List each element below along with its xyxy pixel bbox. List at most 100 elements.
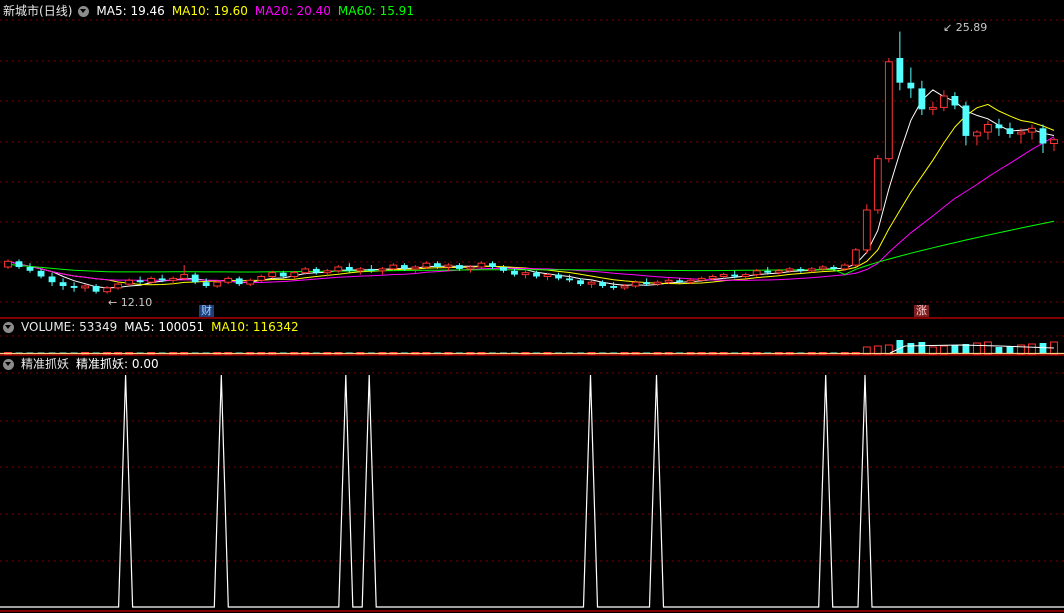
candle-body xyxy=(70,286,78,288)
candle-body xyxy=(620,285,629,289)
candle-body xyxy=(367,268,375,271)
candle-body xyxy=(774,270,783,274)
low-price-annotation: ← 12.10 xyxy=(108,296,153,309)
candle-body xyxy=(764,270,772,273)
volume-bar xyxy=(918,342,926,354)
candle-body xyxy=(400,265,408,269)
limit-up-badge[interactable]: 涨 xyxy=(914,305,929,317)
indicator-name[interactable]: 精准抓妖 xyxy=(21,355,69,373)
candle-body xyxy=(951,96,959,106)
kline-chart-canvas xyxy=(0,19,1064,612)
indicator-spike-series xyxy=(0,374,1064,608)
indicator-value-label: 精准抓妖: 0.00 xyxy=(76,357,159,371)
candle-body xyxy=(4,260,12,268)
candle-body xyxy=(444,264,453,268)
volume-label: VOLUME: 53349 xyxy=(21,320,118,334)
candle-body xyxy=(213,281,222,287)
volume-bar xyxy=(939,345,948,355)
candle-body xyxy=(246,279,255,285)
volume-bars xyxy=(0,340,1064,355)
volume-bar xyxy=(973,342,981,355)
candle-body xyxy=(81,285,89,289)
indicator-line xyxy=(0,374,1064,608)
candle-body xyxy=(290,272,299,278)
candle-body xyxy=(511,270,518,275)
candle-body xyxy=(1050,139,1058,144)
candle-body xyxy=(268,272,277,278)
candle-body xyxy=(389,264,398,270)
candle-body xyxy=(631,281,640,287)
ma60-line xyxy=(7,220,1055,275)
candle-body xyxy=(1028,127,1036,133)
chevron-down-icon[interactable] xyxy=(3,321,14,333)
volume-legend: VOLUME: 53349 MA5: 100051 MA10: 116342 xyxy=(0,318,306,336)
candle-body xyxy=(466,266,475,270)
candle-body xyxy=(884,61,893,160)
candle-body xyxy=(566,278,573,281)
candle-body xyxy=(345,267,353,271)
chevron-down-icon[interactable] xyxy=(78,5,90,17)
ma5-label: MA5: 19.46 xyxy=(96,4,165,18)
candle-body xyxy=(59,282,67,286)
main-chart-legend: 新城市(日线) MA5: 19.46 MA10: 19.60 MA20: 20.… xyxy=(0,2,421,20)
candle-body xyxy=(1039,128,1047,144)
candle-body xyxy=(896,58,904,83)
candle-body xyxy=(918,88,926,110)
candle-body xyxy=(422,262,431,268)
stock-title[interactable]: 新城市(日线) xyxy=(3,2,72,20)
candle-body xyxy=(356,268,365,272)
candle-body xyxy=(411,266,420,270)
candle-body xyxy=(48,276,56,283)
candle-body xyxy=(15,261,23,267)
candle-body xyxy=(741,274,750,278)
candle-body xyxy=(818,266,827,270)
candle-body xyxy=(973,131,981,137)
chart-grid xyxy=(0,19,1064,612)
ma20-line xyxy=(7,136,1055,283)
candle-body xyxy=(37,270,45,277)
candle-body xyxy=(477,262,486,268)
ma60-label: MA60: 15.91 xyxy=(337,4,414,18)
candle-body xyxy=(676,280,684,283)
volume-bar xyxy=(1006,346,1014,354)
finance-badge[interactable]: 财 xyxy=(199,305,214,317)
candle-body xyxy=(577,280,584,285)
candle-body xyxy=(653,281,662,285)
chevron-down-icon[interactable] xyxy=(3,358,14,370)
candle-body xyxy=(169,277,178,281)
candle-body xyxy=(873,158,882,211)
candle-body xyxy=(191,274,199,283)
candle-body xyxy=(533,272,540,277)
candle-body xyxy=(719,274,728,278)
volume-bar xyxy=(907,343,915,354)
ma10-line xyxy=(7,103,1055,286)
candle-body xyxy=(257,276,266,281)
moving-average-lines xyxy=(7,89,1055,289)
candle-body xyxy=(136,280,144,283)
candle-body xyxy=(202,282,210,286)
candle-body xyxy=(962,105,970,136)
indicator-legend: 精准抓妖 精准抓妖: 0.00 xyxy=(0,355,166,373)
ma20-label: MA20: 20.40 xyxy=(254,4,331,18)
candle-body xyxy=(125,279,134,285)
volume-ma5-label: MA5: 100051 xyxy=(124,320,205,334)
candle-body xyxy=(323,270,332,274)
candle-body xyxy=(158,278,166,281)
candle-body xyxy=(114,283,123,289)
candle-body xyxy=(907,82,915,89)
candle-body xyxy=(995,124,1003,129)
candle-body xyxy=(555,274,562,279)
candle-body xyxy=(851,249,860,266)
candle-body xyxy=(92,286,100,292)
candle-body xyxy=(785,268,794,272)
volume-bar xyxy=(1028,343,1036,355)
candle-body xyxy=(1017,131,1025,135)
candle-body xyxy=(301,268,310,274)
candle-body xyxy=(599,282,606,286)
candle-body xyxy=(664,279,673,283)
candle-body xyxy=(26,267,34,271)
candle-body xyxy=(928,106,937,110)
candle-body xyxy=(521,272,530,276)
volume-bar xyxy=(873,345,882,355)
candle-body xyxy=(147,277,156,283)
